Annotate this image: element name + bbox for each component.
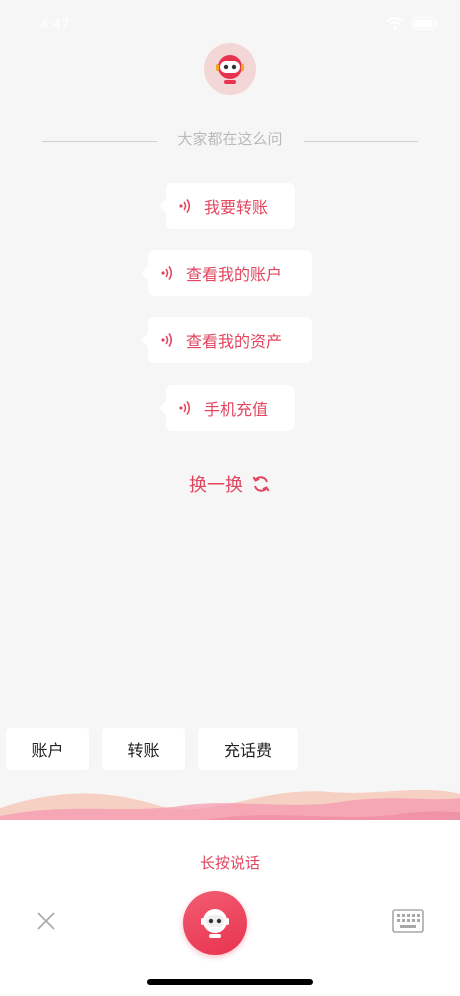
- close-icon: [37, 912, 55, 930]
- sound-wave-icon: [176, 398, 196, 418]
- battery-icon: [412, 17, 438, 30]
- keyboard-icon: [392, 909, 424, 933]
- chip-recharge[interactable]: 充话费: [198, 728, 298, 770]
- sound-wave-icon: [158, 263, 178, 283]
- status-icons: [386, 17, 438, 30]
- suggestion-label: 我要转账: [204, 198, 269, 217]
- suggestion-label: 手机充值: [204, 400, 269, 419]
- voice-record-button[interactable]: [183, 891, 247, 955]
- refresh-button[interactable]: 换一换: [0, 471, 460, 497]
- voice-hint: 长按说话: [199, 854, 260, 872]
- suggestion-transfer[interactable]: 我要转账: [159, 183, 295, 229]
- status-time: 4:47: [40, 16, 70, 33]
- sound-wave-icon: [158, 330, 178, 350]
- suggestion-label: 查看我的资产: [186, 332, 283, 351]
- chip-transfer[interactable]: 转账: [102, 728, 185, 770]
- keyboard-button[interactable]: [392, 909, 424, 933]
- refresh-label: 换一换: [189, 475, 243, 496]
- section-title: 大家都在这么问: [177, 130, 283, 148]
- suggestion-label: 查看我的账户: [186, 265, 283, 284]
- robot-icon: [216, 55, 244, 84]
- sound-wave-icon: [176, 196, 196, 216]
- close-button[interactable]: [35, 910, 57, 932]
- suggestion-view-assets[interactable]: 查看我的资产: [141, 317, 312, 363]
- suggestion-view-account[interactable]: 查看我的账户: [141, 250, 312, 296]
- robot-icon: [201, 909, 229, 938]
- chip-account[interactable]: 账户: [6, 728, 89, 770]
- wifi-icon: [386, 17, 404, 30]
- home-indicator: [147, 979, 313, 985]
- suggestion-phone-topup[interactable]: 手机充值: [159, 385, 295, 431]
- assistant-avatar: [204, 43, 256, 95]
- divider-right: [304, 141, 418, 142]
- status-bar: 4:47: [0, 0, 460, 48]
- refresh-icon: [252, 476, 270, 492]
